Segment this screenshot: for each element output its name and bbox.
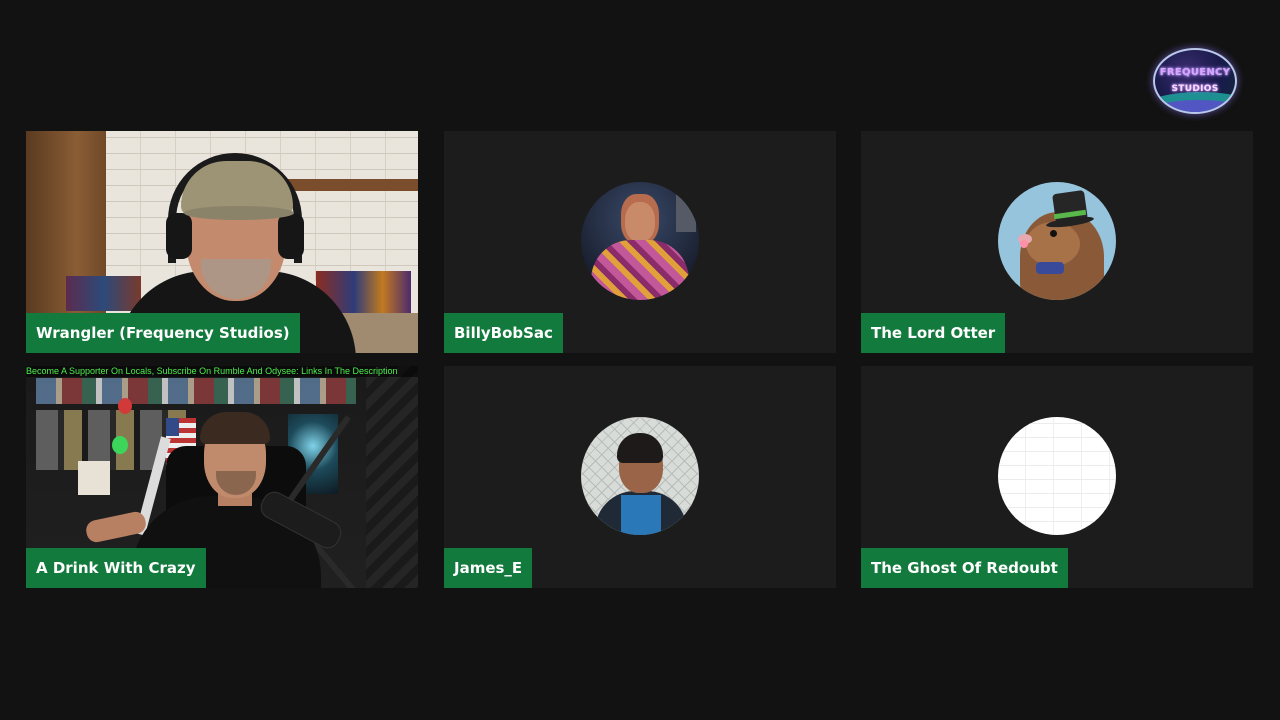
participant-avatar	[581, 417, 699, 535]
participant-name-tag: Wrangler (Frequency Studios)	[26, 313, 300, 353]
participant-avatar	[998, 182, 1116, 300]
participant-tile-the-lord-otter[interactable]: The Lord Otter	[861, 131, 1253, 353]
logo-text-line2: STUDIOS	[1171, 84, 1219, 94]
participant-name-tag: BillyBobSac	[444, 313, 563, 353]
participant-tile-billybobsac[interactable]: BillyBobSac	[444, 131, 836, 353]
participant-tile-the-ghost-of-redoubt[interactable]: The Ghost Of Redoubt	[861, 366, 1253, 588]
participant-avatar	[998, 417, 1116, 535]
participant-tile-wrangler[interactable]: Wrangler (Frequency Studios)	[26, 131, 418, 353]
participant-tile-a-drink-with-crazy[interactable]: Become A Supporter On Locals, Subscribe …	[26, 366, 418, 588]
participant-tile-james-e[interactable]: James_E	[444, 366, 836, 588]
participant-avatar	[581, 182, 699, 300]
conference-stage: FREQUENCY STUDIOS Wrangler (Frequency St…	[0, 0, 1280, 720]
frequency-studios-logo: FREQUENCY STUDIOS	[1153, 48, 1237, 114]
participant-name-tag: The Ghost Of Redoubt	[861, 548, 1068, 588]
stream-ticker-banner: Become A Supporter On Locals, Subscribe …	[26, 366, 418, 377]
bowtie-icon	[1036, 262, 1064, 274]
participant-name-tag: A Drink With Crazy	[26, 548, 206, 588]
participant-name-tag: James_E	[444, 548, 533, 588]
participant-name-tag: The Lord Otter	[861, 313, 1006, 353]
logo-text-line1: FREQUENCY	[1159, 67, 1231, 78]
